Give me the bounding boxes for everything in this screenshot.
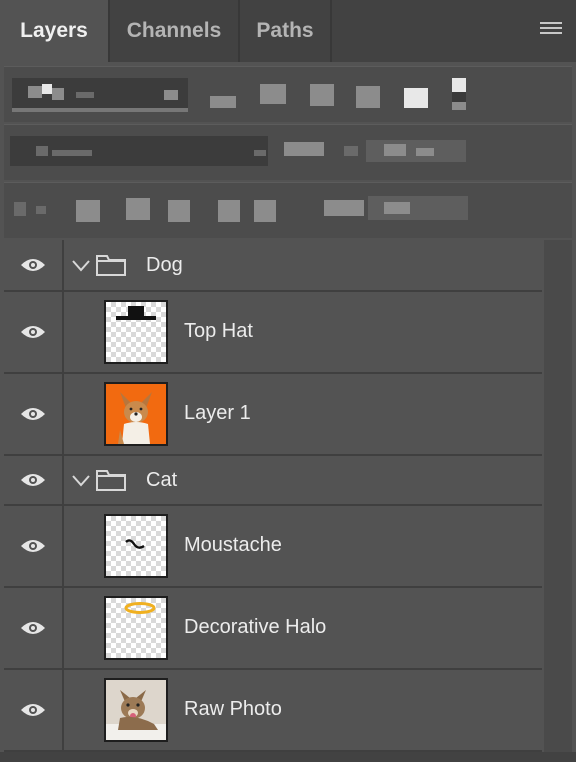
- lock-row: [4, 182, 572, 238]
- top-hat-icon: [116, 306, 156, 320]
- fill-field[interactable]: [324, 200, 364, 216]
- lock-all-icon[interactable]: [254, 200, 276, 222]
- filter-shape-icon[interactable]: [356, 86, 380, 108]
- layer-name: Dog: [146, 254, 183, 276]
- filter-adjustment-icon[interactable]: [260, 84, 286, 104]
- layer-name: Raw Photo: [184, 698, 282, 720]
- tab-channels[interactable]: Channels: [110, 0, 240, 62]
- lock-transparent-icon[interactable]: [76, 200, 100, 222]
- dog-photo-icon: [106, 384, 166, 444]
- blend-mode-dropdown[interactable]: [10, 136, 268, 166]
- lock-position-icon[interactable]: [168, 200, 190, 222]
- layer-thumbnail: [104, 382, 168, 446]
- layers-scrollbar[interactable]: [544, 240, 572, 752]
- layer-name: Moustache: [184, 534, 282, 556]
- layer-row[interactable]: Moustache: [4, 506, 542, 588]
- moustache-icon: [125, 539, 145, 549]
- opacity-field[interactable]: [284, 142, 324, 156]
- layer-group-row[interactable]: Cat: [4, 456, 542, 506]
- layer-thumbnail: [104, 300, 168, 364]
- layer-name: Decorative Halo: [184, 616, 327, 638]
- halo-icon: [124, 602, 156, 614]
- filter-smartobject-icon[interactable]: [404, 88, 428, 108]
- chevron-down-icon[interactable]: [72, 475, 90, 487]
- panel-tab-bar: Layers Channels Paths: [0, 0, 576, 62]
- eye-icon[interactable]: [20, 620, 46, 636]
- lock-image-icon[interactable]: [126, 198, 150, 220]
- panel-footer: [0, 752, 576, 762]
- layer-row[interactable]: Decorative Halo: [4, 588, 542, 670]
- blend-row: [4, 124, 572, 180]
- filter-toggle-icon[interactable]: [452, 78, 466, 92]
- layer-thumbnail: [104, 678, 168, 742]
- tab-paths[interactable]: Paths: [240, 0, 332, 62]
- layer-name: Top Hat: [184, 320, 253, 342]
- panel-menu-icon[interactable]: [540, 22, 562, 38]
- filter-type-icon[interactable]: [310, 84, 334, 106]
- folder-icon: [96, 470, 126, 491]
- eye-icon[interactable]: [20, 324, 46, 340]
- eye-icon[interactable]: [20, 472, 46, 488]
- cat-photo-icon: [106, 680, 166, 740]
- layer-row[interactable]: Raw Photo: [4, 670, 542, 752]
- layer-name: Layer 1: [184, 402, 251, 424]
- layer-name: Cat: [146, 469, 178, 491]
- tab-layers[interactable]: Layers: [0, 0, 110, 62]
- eye-icon[interactable]: [20, 538, 46, 554]
- eye-icon[interactable]: [20, 257, 46, 273]
- layer-row[interactable]: Layer 1: [4, 374, 542, 456]
- layer-group-row[interactable]: Dog: [4, 240, 542, 292]
- layer-thumbnail: [104, 596, 168, 660]
- filter-pixel-icon[interactable]: [210, 96, 236, 108]
- chevron-down-icon[interactable]: [72, 260, 90, 272]
- filter-row: [4, 66, 572, 122]
- layer-row[interactable]: Top Hat: [4, 292, 542, 374]
- eye-icon[interactable]: [20, 406, 46, 422]
- layer-thumbnail: [104, 514, 168, 578]
- eye-icon[interactable]: [20, 702, 46, 718]
- folder-icon: [96, 255, 126, 276]
- lock-artboard-icon[interactable]: [218, 200, 240, 222]
